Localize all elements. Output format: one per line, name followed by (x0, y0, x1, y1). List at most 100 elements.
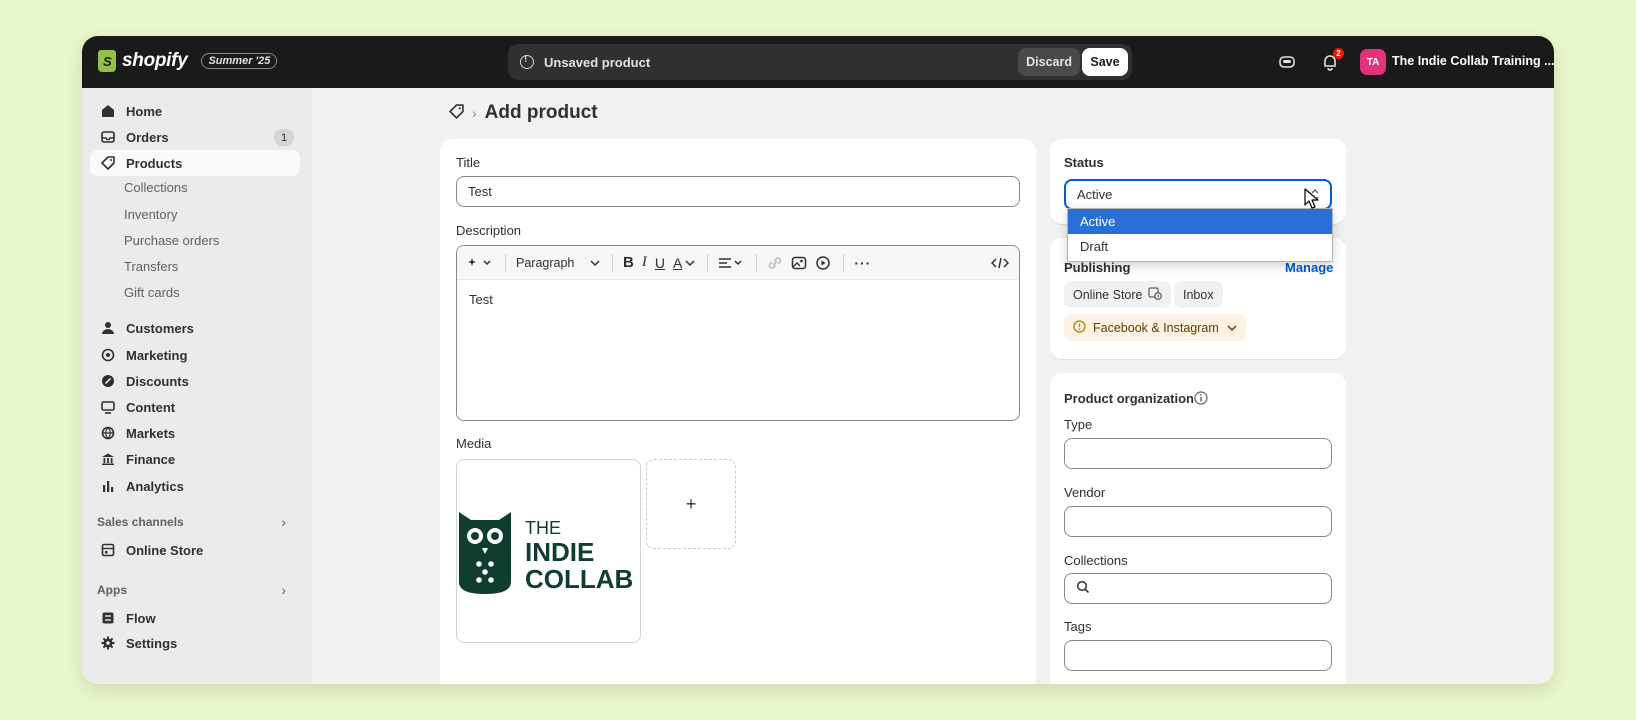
more-horizontal-icon[interactable]: ··· (854, 252, 871, 274)
status-option-active[interactable]: Active (1068, 209, 1332, 234)
toolbar-divider (843, 253, 845, 272)
gear-icon (100, 635, 116, 651)
store-name[interactable]: The Indie Collab Training ... (1392, 54, 1554, 68)
sidebar-subitem-gift-cards[interactable]: Gift cards (124, 285, 180, 300)
status-label: Status (1064, 155, 1104, 170)
editor-toolbar: Paragraph B I U A ··· (457, 246, 1019, 280)
title-label: Title (456, 155, 481, 170)
search-icon (1076, 580, 1090, 597)
sidebar-item-label: Markets (126, 425, 176, 441)
magic-sparkle-icon[interactable] (467, 252, 493, 274)
sidebar-subitem-transfers[interactable]: Transfers (124, 259, 178, 274)
bold-icon[interactable]: B (623, 252, 634, 274)
info-icon[interactable] (1194, 391, 1208, 408)
sidebar-item-analytics[interactable]: Analytics (90, 473, 300, 499)
sidebar-item-products[interactable]: Products (90, 150, 300, 176)
collections-input[interactable] (1064, 573, 1332, 604)
status-option-draft[interactable]: Draft (1068, 234, 1332, 259)
bell-icon[interactable]: 2 (1320, 48, 1344, 72)
edition-badge[interactable]: Summer '25 (201, 53, 278, 69)
sidekick-icon[interactable] (1277, 52, 1297, 72)
sidebar-item-discounts[interactable]: Discounts (90, 368, 300, 394)
discard-button[interactable]: Discard (1018, 48, 1080, 76)
sidebar-item-online-store[interactable]: Online Store (90, 537, 300, 563)
store-icon (100, 542, 116, 558)
tags-input[interactable] (1064, 640, 1332, 671)
sidebar-item-label: Content (126, 399, 176, 415)
chevron-right-icon[interactable]: › (281, 582, 286, 598)
sidebar-subitem-collections[interactable]: Collections (124, 180, 188, 195)
sidebar-item-settings[interactable]: Settings (90, 630, 300, 656)
sidebar-subitem-purchase-orders[interactable]: Purchase orders (124, 233, 219, 248)
chevron-right-icon: › (472, 105, 477, 121)
type-label: Type (1064, 417, 1093, 432)
logo-line3: COLLAB (525, 564, 633, 594)
toolbar-divider (505, 253, 506, 272)
target-icon (100, 347, 116, 363)
sidebar-item-flow[interactable]: Flow (90, 605, 300, 631)
vendor-input[interactable] (1064, 506, 1332, 537)
toolbar-divider (707, 253, 709, 272)
media-thumbnail[interactable]: THE INDIE COLLAB (456, 459, 641, 643)
sidebar-item-customers[interactable]: Customers (90, 315, 300, 341)
sidebar-item-label: Finance (126, 451, 176, 467)
type-input[interactable] (1064, 438, 1332, 469)
channel-name: Facebook & Instagram (1093, 320, 1219, 335)
add-media-button[interactable]: + (646, 459, 736, 549)
sidebar-item-label: Customers (126, 320, 194, 336)
channel-chip-facebook-instagram[interactable]: Facebook & Instagram (1064, 314, 1246, 341)
description-text[interactable]: Test (457, 280, 1019, 319)
sales-channels-heading[interactable]: Sales channels (97, 515, 184, 529)
top-bar: shopify Summer '25 Unsaved product Disca… (82, 36, 1554, 88)
publishing-label: Publishing (1064, 260, 1131, 275)
alert-circle-icon (520, 54, 534, 69)
chevron-down-icon (1227, 321, 1237, 335)
channel-chip-online-store[interactable]: Online Store (1064, 281, 1172, 308)
sidebar-subitem-inventory[interactable]: Inventory (124, 207, 177, 222)
notification-badge: 2 (1333, 48, 1344, 59)
chart-icon (100, 478, 116, 494)
shopify-logo[interactable]: shopify Summer '25 (98, 50, 278, 72)
sidebar-item-orders[interactable]: Orders 1 (90, 124, 300, 150)
alert-circle-icon (1073, 319, 1086, 336)
tags-label: Tags (1064, 619, 1092, 634)
channel-chip-inbox[interactable]: Inbox (1174, 281, 1223, 308)
title-input[interactable]: Test (456, 176, 1020, 207)
paragraph-style-label: Paragraph (516, 255, 575, 270)
status-select[interactable]: Active (1064, 179, 1332, 210)
chevron-right-icon[interactable]: › (281, 514, 286, 530)
product-details-card: Title Test Description Paragraph B I U A (440, 139, 1036, 684)
image-icon[interactable] (791, 252, 807, 274)
paragraph-style-select[interactable]: Paragraph (516, 252, 600, 274)
link-icon[interactable] (767, 252, 783, 274)
avatar[interactable]: TA (1360, 49, 1386, 75)
toolbar-divider (756, 253, 758, 272)
sidebar-item-marketing[interactable]: Marketing (90, 342, 300, 368)
manage-link[interactable]: Manage (1285, 260, 1333, 275)
video-icon[interactable] (815, 252, 831, 274)
mouse-cursor-icon (1304, 188, 1320, 213)
app-window: shopify Summer '25 Unsaved product Disca… (82, 36, 1554, 684)
apps-heading[interactable]: Apps (97, 583, 127, 597)
sidebar-item-home[interactable]: Home (90, 98, 300, 124)
globe-icon (100, 425, 116, 441)
page-title: Add product (484, 102, 598, 123)
logo-line1: THE (525, 518, 561, 538)
channel-name: Inbox (1183, 287, 1214, 302)
sidebar-item-label: Flow (126, 610, 156, 626)
align-icon[interactable] (718, 252, 744, 274)
chevron-down-icon (590, 256, 600, 270)
sidebar-item-finance[interactable]: Finance (90, 446, 300, 472)
logo-line2: INDIE (525, 537, 594, 567)
italic-icon[interactable]: I (642, 252, 647, 274)
text-color-icon[interactable]: A (673, 252, 695, 274)
underline-icon[interactable]: U (655, 252, 665, 274)
vendor-label: Vendor (1064, 485, 1106, 500)
bank-icon (100, 451, 116, 467)
tag-icon (100, 155, 116, 171)
code-icon[interactable] (991, 252, 1009, 274)
sidebar-item-content[interactable]: Content (90, 394, 300, 420)
tag-icon[interactable] (449, 104, 464, 122)
sidebar-item-markets[interactable]: Markets (90, 420, 300, 446)
save-button[interactable]: Save (1082, 48, 1128, 76)
